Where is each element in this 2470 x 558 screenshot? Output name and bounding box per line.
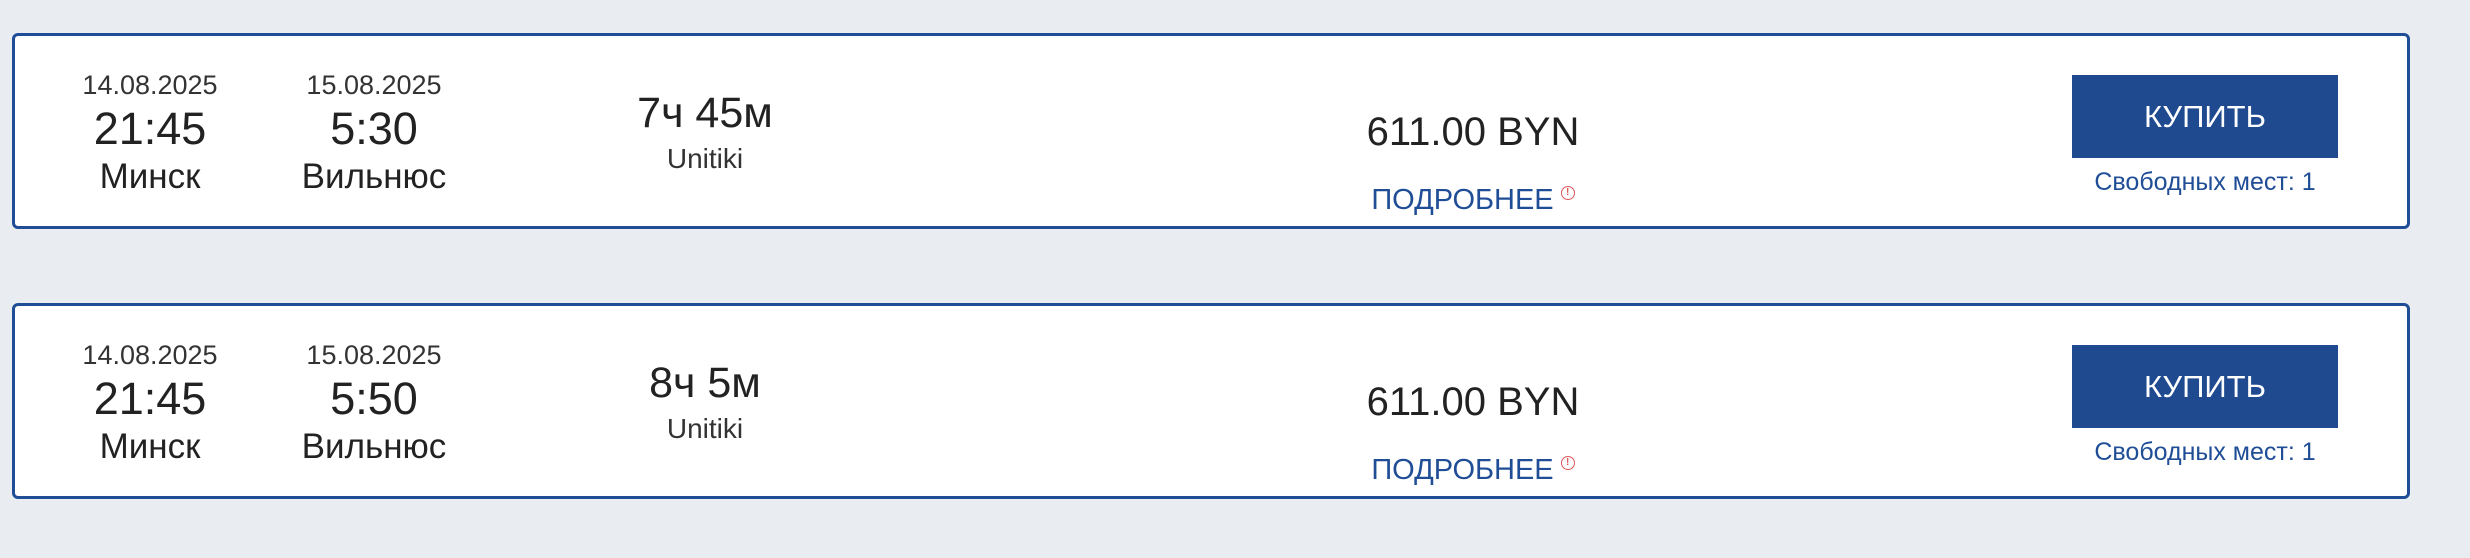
buy-button[interactable]: КУПИТЬ — [2072, 345, 2338, 428]
trip-duration: 8ч 5м — [649, 359, 761, 407]
departure-time: 21:45 — [93, 103, 207, 154]
arrival-date: 15.08.2025 — [306, 70, 442, 100]
arrival-time: 5:50 — [330, 373, 418, 424]
arrival-city: Вильнюс — [301, 157, 447, 196]
arrival-time: 5:30 — [330, 103, 418, 154]
available-seats: Свободных мест: 1 — [2094, 168, 2316, 196]
available-seats: Свободных мест: 1 — [2094, 438, 2316, 466]
carrier-name: Unitiki — [666, 143, 744, 174]
ticket-price: 611.00 BYN — [1366, 380, 1580, 424]
arrival-date: 15.08.2025 — [306, 340, 442, 370]
details-link[interactable]: ПОДРОБНЕЕ! — [1273, 186, 1673, 215]
departure-date: 14.08.2025 — [82, 70, 218, 100]
trip-card: 14.08.2025 21:45 Минск 15.08.2025 5:30 В… — [12, 33, 2410, 229]
details-link[interactable]: ПОДРОБНЕЕ! — [1273, 456, 1673, 485]
carrier-name: Unitiki — [666, 413, 744, 444]
info-circle-icon[interactable]: ! — [1560, 186, 1575, 200]
details-link-label[interactable]: ПОДРОБНЕЕ — [1371, 184, 1553, 216]
arrival-city: Вильнюс — [301, 427, 447, 466]
departure-city: Минск — [99, 427, 201, 466]
departure-city: Минск — [99, 157, 201, 196]
trip-card: 14.08.2025 21:45 Минск 15.08.2025 5:50 В… — [12, 303, 2410, 499]
ticket-price: 611.00 BYN — [1366, 110, 1580, 154]
details-link-label[interactable]: ПОДРОБНЕЕ — [1371, 454, 1553, 486]
departure-date: 14.08.2025 — [82, 340, 218, 370]
info-circle-icon[interactable]: ! — [1560, 456, 1575, 470]
buy-button[interactable]: КУПИТЬ — [2072, 75, 2338, 158]
departure-time: 21:45 — [93, 373, 207, 424]
trip-duration: 7ч 45м — [637, 89, 773, 137]
